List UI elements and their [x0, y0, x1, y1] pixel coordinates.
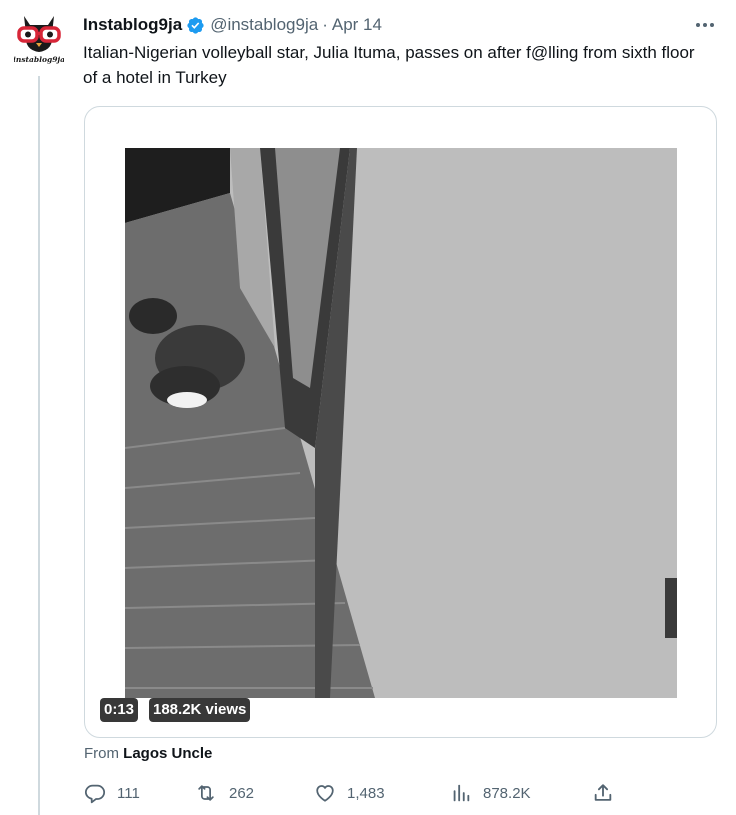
reply-button[interactable]: 111: [84, 780, 140, 806]
view-count: 878.2K: [483, 784, 531, 802]
retweet-icon: [198, 785, 214, 801]
video-player[interactable]: [125, 148, 677, 698]
owl-logo-icon: instablog9ja: [14, 16, 64, 64]
analytics-icon: [453, 784, 470, 802]
attribution: From Lagos Uncle: [84, 744, 212, 764]
tweet-date[interactable]: Apr 14: [332, 14, 382, 36]
share-icon: [594, 784, 612, 801]
like-count: 1,483: [347, 784, 385, 802]
thread-line: [38, 76, 40, 815]
tweet-text: Italian-Nigerian volleyball star, Julia …: [83, 43, 705, 87]
retweet-count: 262: [229, 784, 255, 802]
verified-badge-icon: [187, 16, 204, 34]
reply-icon: [84, 784, 106, 804]
tweet-header: Instablog9ja @instablog9ja · Apr 14: [83, 14, 382, 36]
attribution-prefix: From: [84, 745, 119, 762]
video-duration-badge: 0:13: [100, 698, 139, 722]
more-options-dot: [703, 23, 707, 27]
attribution-source-link[interactable]: Lagos Uncle: [123, 745, 212, 762]
display-name[interactable]: Instablog9ja: [83, 14, 182, 36]
avatar[interactable]: instablog9ja: [14, 12, 64, 66]
share-button[interactable]: [592, 780, 614, 806]
reply-count: 111: [117, 784, 140, 802]
like-button[interactable]: 1,483: [314, 780, 385, 806]
separator-dot: ·: [322, 15, 328, 34]
more-options-icon: [696, 23, 700, 27]
svg-text:instablog9ja: instablog9ja: [14, 55, 64, 64]
video-frame: [125, 148, 677, 698]
media-card[interactable]: 0:13 188.2K views: [84, 106, 717, 738]
video-views-badge: 188.2K views: [149, 698, 251, 722]
views-button[interactable]: 878.2K: [450, 780, 531, 806]
tweet-actions: 111 262 1,483 878.2K: [84, 780, 624, 806]
more-options-dot: [710, 23, 714, 27]
retweet-button[interactable]: 262: [194, 780, 254, 806]
heart-icon: [316, 785, 334, 802]
more-options-button[interactable]: [694, 14, 716, 36]
handle[interactable]: @instablog9ja: [210, 14, 318, 36]
